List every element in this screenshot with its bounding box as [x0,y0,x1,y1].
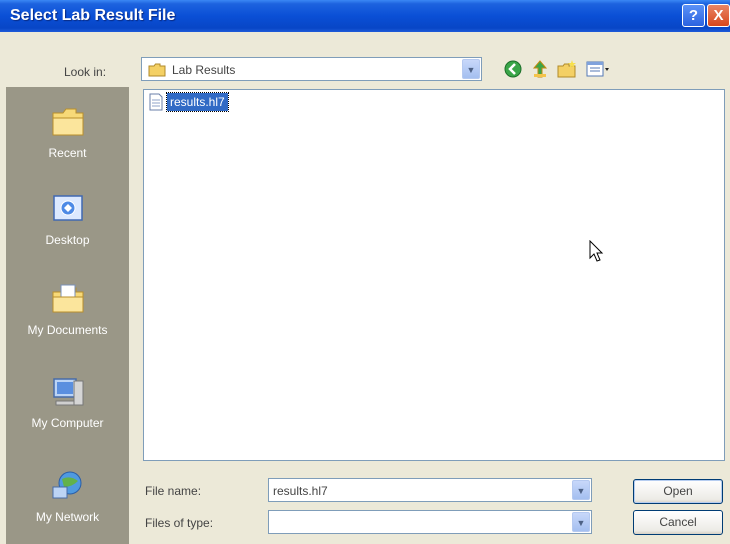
view-menu-icon[interactable] [585,59,611,79]
my-network-icon [50,471,86,506]
document-icon [148,93,164,114]
look-in-label: Look in: [64,65,107,79]
help-button[interactable]: ? [682,4,705,27]
recent-folder-icon [50,108,86,142]
folder-icon [148,63,166,80]
file-name-label-text: File name: [145,484,202,498]
place-recent-label: Recent [48,146,87,160]
mouse-cursor-icon [589,239,605,267]
place-my-documents[interactable]: My Documents [6,282,129,337]
up-folder-icon[interactable] [530,59,550,79]
place-my-documents-label: My Documents [27,323,108,337]
look-in-value: Lab Results [172,63,236,77]
look-in-dropdown-button[interactable]: ▼ [462,59,480,79]
cancel-button[interactable]: Cancel [633,510,723,535]
title-bar: Select Lab Result File ? X [0,0,730,32]
back-icon[interactable] [503,59,523,79]
places-bar: Recent Desktop My Documents My Computer … [6,87,129,544]
file-name-label: results.hl7 [166,92,229,112]
place-my-computer[interactable]: My Computer [6,375,129,430]
place-desktop-label: Desktop [45,233,90,247]
look-in-combo[interactable]: Lab Results ▼ [141,57,482,81]
desktop-icon [50,195,86,229]
my-computer-icon [50,378,86,412]
file-type-label: Files of type: [145,516,214,530]
close-button[interactable]: X [707,4,730,27]
place-desktop[interactable]: Desktop [6,192,129,247]
file-list[interactable]: results.hl7 [143,89,725,461]
my-documents-icon [50,284,86,319]
place-my-network-label: My Network [35,510,100,524]
file-name-dropdown-button[interactable]: ▼ [572,480,590,500]
file-type-combo[interactable]: ▼ [268,510,592,534]
open-button[interactable]: Open [633,479,723,504]
new-folder-icon[interactable] [556,59,578,79]
file-name-value: results.hl7 [273,484,328,498]
file-name-combo[interactable]: results.hl7 ▼ [268,478,592,502]
place-my-computer-label: My Computer [31,416,104,430]
file-type-dropdown-button[interactable]: ▼ [572,512,590,532]
place-my-network[interactable]: My Network [6,469,129,524]
place-recent[interactable]: Recent [6,105,129,160]
window-title: Select Lab Result File [10,7,176,24]
